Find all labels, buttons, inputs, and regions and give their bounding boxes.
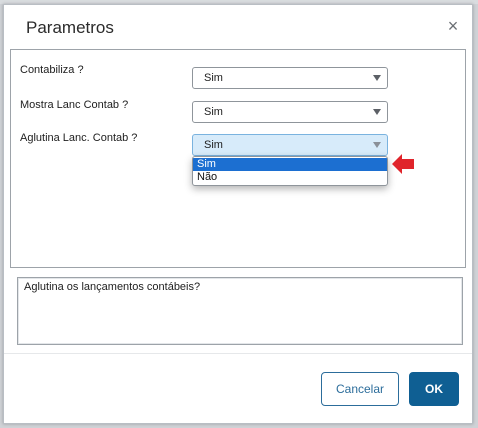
aglutina-value: Sim [204, 139, 223, 151]
field-label-mostra-lanc: Mostra Lanc Contab ? [20, 99, 129, 111]
parameter-description: Aglutina os lançamentos contábeis? [17, 277, 463, 345]
red-arrow-icon [392, 154, 414, 174]
parametros-dialog: Parametros × Contabiliza ? Sim Mostra La… [3, 4, 473, 424]
close-icon[interactable]: × [444, 17, 462, 35]
chevron-down-icon [373, 75, 381, 81]
description-text: Aglutina os lançamentos contábeis? [24, 281, 201, 293]
field-label-contabiliza: Contabiliza ? [20, 64, 84, 76]
contabiliza-value: Sim [204, 72, 223, 84]
parameters-panel: Contabiliza ? Sim Mostra Lanc Contab ? S… [10, 49, 466, 268]
dialog-title: Parametros [26, 18, 114, 37]
contabiliza-select[interactable]: Sim [192, 67, 388, 89]
aglutina-dropdown-list: Sim Não [192, 156, 388, 186]
mostra-lanc-select[interactable]: Sim [192, 101, 388, 123]
chevron-down-icon [373, 109, 381, 115]
mostra-lanc-value: Sim [204, 106, 223, 118]
chevron-down-icon [373, 142, 381, 148]
cancel-button[interactable]: Cancelar [321, 372, 399, 406]
dropdown-option-sim[interactable]: Sim [193, 158, 387, 171]
dialog-header: Parametros × [4, 5, 472, 49]
aglutina-select[interactable]: Sim [192, 134, 388, 156]
dropdown-option-nao[interactable]: Não [193, 171, 387, 184]
ok-button[interactable]: OK [409, 372, 459, 406]
field-label-aglutina: Aglutina Lanc. Contab ? [20, 132, 138, 144]
footer-divider [4, 353, 472, 354]
